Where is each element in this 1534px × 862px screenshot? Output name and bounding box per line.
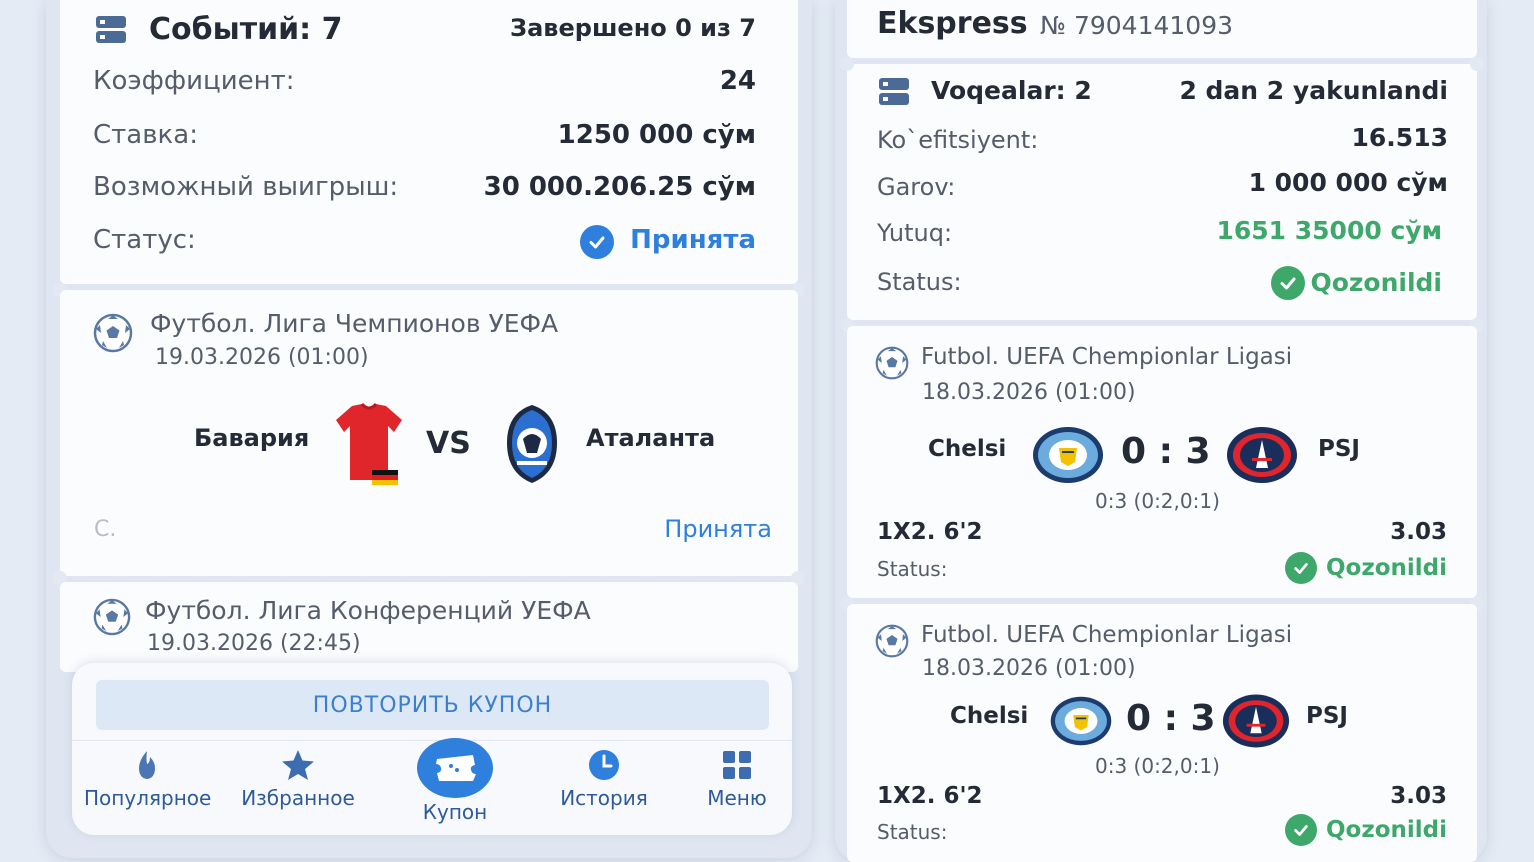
psg-logo-icon (1227, 427, 1297, 483)
league-name: Футбол. Лига Конференций УЕФА (145, 596, 591, 625)
nav-label: Популярное (84, 786, 212, 810)
coef-label: Коэффициент: (93, 66, 295, 96)
stake-value: 1250 000 сўм (557, 120, 756, 150)
event-status: Принята (664, 515, 772, 543)
man-city-logo-icon (1033, 427, 1103, 483)
repeat-coupon-button[interactable]: ПОВТОРИТЬ КУПОН (96, 680, 769, 730)
events-list-icon (96, 16, 126, 43)
repeat-coupon-label: ПОВТОРИТЬ КУПОН (312, 692, 553, 718)
divider (72, 578, 786, 580)
soccer-ball-icon (875, 346, 909, 380)
nav-menu[interactable]: Меню (696, 748, 778, 810)
home-team: Бавария (194, 424, 310, 452)
event-status-value: Qozonildi (1325, 555, 1447, 581)
away-team: PSJ (1318, 436, 1360, 462)
grid-icon (723, 751, 751, 779)
score-detail: 0:3 (0:2,0:1) (1095, 754, 1220, 778)
odd: 3.03 (1390, 519, 1447, 545)
away-team: Аталанта (586, 424, 716, 452)
check-circle-icon (1271, 266, 1305, 300)
nav-history[interactable]: История (552, 748, 656, 810)
ticket-title: Ekspress (877, 6, 1028, 41)
soccer-ball-icon (93, 313, 133, 353)
ticket-icon (436, 755, 476, 781)
win-value: 1651 35000 сўм (1216, 216, 1442, 245)
ticket-notch (840, 57, 854, 71)
atalanta-logo-icon (507, 405, 557, 483)
coef-label: Ko`efitsiyent: (877, 126, 1039, 154)
possible-win-label: Возможный выигрыш: (93, 172, 399, 202)
check-circle-icon (1285, 814, 1317, 846)
event-status-value: Qozonildi (1325, 817, 1447, 843)
nav-popular[interactable]: Популярное (84, 748, 212, 810)
clock-icon (589, 750, 619, 780)
league-name: Futbol. UEFA Chempionlar Ligasi (921, 622, 1293, 648)
bayern-jersey-icon (336, 402, 402, 485)
coupon-active-bubble (417, 738, 493, 798)
event-status-label: Status: (877, 557, 948, 581)
man-city-logo-icon (1050, 696, 1112, 746)
away-team: PSJ (1306, 703, 1348, 729)
stake-value: 1 000 000 сўм (1248, 168, 1448, 197)
league-name: Футбол. Лига Чемпионов УЕФА (150, 309, 559, 338)
events-count: Событий: 7 (149, 12, 343, 47)
league-name: Futbol. UEFA Chempionlar Ligasi (921, 344, 1293, 370)
market: 1X2. 6'2 (877, 783, 983, 809)
event-status-label: Status: (877, 820, 948, 844)
possible-win-value: 30 000.206.25 сўм (483, 172, 756, 202)
status-value: Принята (630, 225, 756, 255)
status-label: Статус: (93, 225, 196, 255)
nav-label: Купон (422, 800, 488, 824)
status-label: Status: (877, 268, 962, 296)
match-datetime: 18.03.2026 (01:00) (922, 380, 1136, 405)
status-value: Qozonildi (1310, 268, 1442, 297)
events-list-icon (879, 78, 909, 105)
nav-label: Избранное (241, 786, 355, 810)
win-label: Yutuq: (877, 219, 953, 247)
psg-logo-icon (1222, 694, 1290, 748)
coef-value: 16.513 (1351, 123, 1448, 152)
score: 0 : 3 (1126, 698, 1216, 739)
home-team: Chelsi (950, 703, 1029, 729)
odd: 3.03 (1390, 783, 1447, 809)
star-icon (282, 750, 314, 780)
check-circle-icon (1285, 552, 1317, 584)
market: 1X2. 6'2 (877, 519, 983, 545)
nav-favorites[interactable]: Избранное (236, 748, 360, 810)
ticket-notch (1470, 57, 1484, 71)
nav-coupon[interactable]: Купон (405, 738, 505, 824)
bet-type: С. (94, 517, 117, 542)
events-completed: Завершено 0 из 7 (510, 14, 756, 42)
match-datetime: 18.03.2026 (01:00) (922, 656, 1136, 681)
coef-value: 24 (719, 66, 756, 96)
flame-icon (139, 751, 155, 779)
ticket-number: № 7904141093 (1040, 11, 1234, 40)
stake-label: Garov: (877, 173, 956, 201)
score: 0 : 3 (1121, 431, 1211, 472)
match-datetime: 19.03.2026 (01:00) (155, 345, 369, 370)
events-completed: 2 dan 2 yakunlandi (1179, 76, 1448, 105)
stake-label: Ставка: (93, 120, 198, 150)
soccer-ball-icon (93, 598, 131, 636)
home-team: Chelsi (928, 436, 1007, 462)
events-count: Voqealar: 2 (931, 76, 1092, 105)
soccer-ball-icon (875, 624, 909, 658)
score-detail: 0:3 (0:2,0:1) (1095, 489, 1220, 513)
nav-label: Меню (707, 786, 767, 810)
match-datetime: 19.03.2026 (22:45) (147, 631, 361, 656)
nav-label: История (560, 786, 648, 810)
check-circle-icon (580, 225, 614, 259)
vs-label: VS (426, 426, 471, 461)
